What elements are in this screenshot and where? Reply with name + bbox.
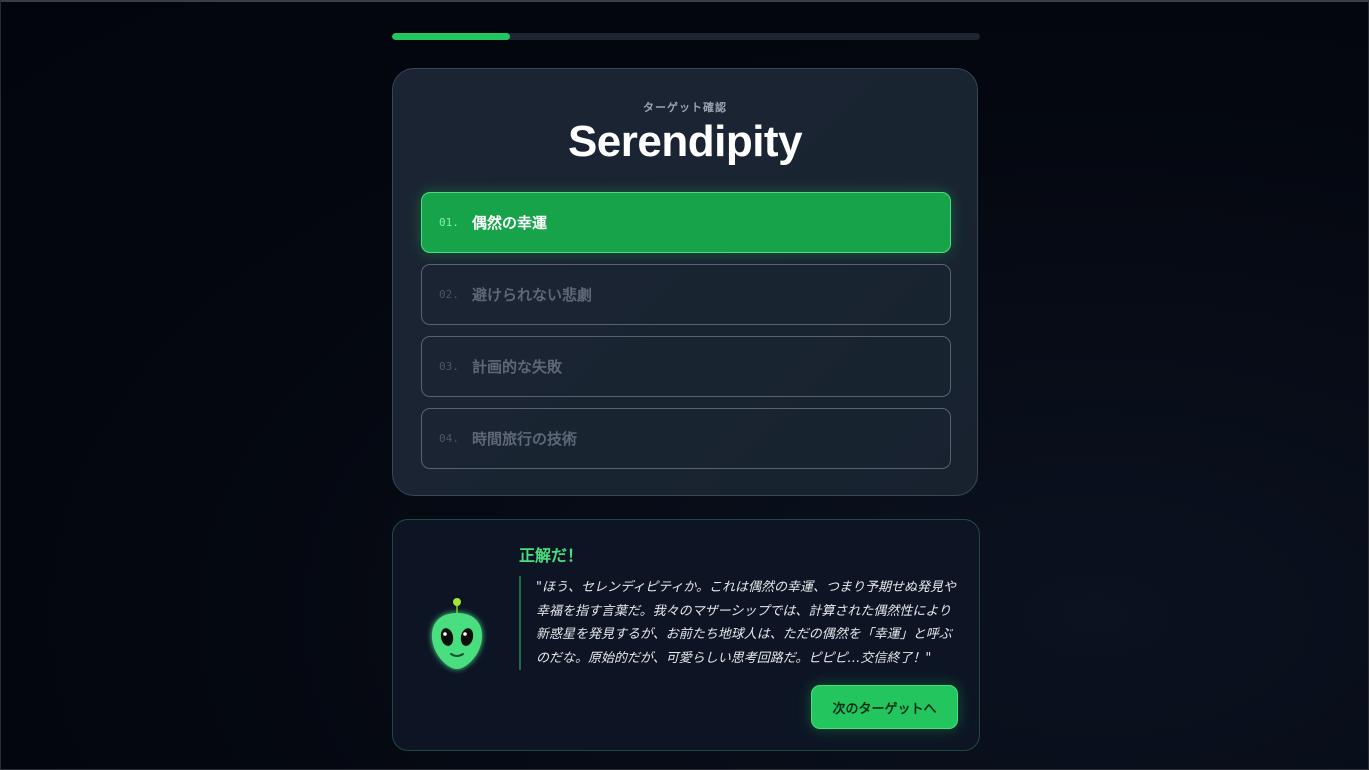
quiz-card: ターゲット確認 Serendipity 01. 偶然の幸運 02. 避けられない… [392, 68, 978, 496]
option-number: 01. [439, 216, 459, 229]
app-window: ターゲット確認 Serendipity 01. 偶然の幸運 02. 避けられない… [0, 0, 1369, 770]
option-number: 03. [439, 360, 459, 373]
option-4[interactable]: 04. 時間旅行の技術 [421, 408, 951, 469]
alien-quote: "ほう、セレンディピティか。これは偶然の幸運、つまり予期せぬ発見や幸福を指す言葉… [519, 576, 959, 670]
option-label: 時間旅行の技術 [472, 430, 578, 448]
target-word: Serendipity [567, 117, 803, 166]
option-1[interactable]: 01. 偶然の幸運 [421, 192, 951, 253]
option-2[interactable]: 02. 避けられない悲劇 [421, 264, 951, 325]
progress-bar [392, 33, 980, 40]
alien-icon [431, 598, 483, 669]
next-target-button[interactable]: 次のターゲットへ [811, 685, 958, 729]
option-label: 偶然の幸運 [472, 214, 548, 232]
option-label: 計画的な失敗 [472, 358, 563, 376]
progress-fill [392, 33, 510, 40]
target-label: ターゲット確認 [643, 101, 727, 114]
option-number: 02. [439, 288, 459, 301]
option-label: 避けられない悲劇 [472, 286, 593, 304]
option-3[interactable]: 03. 計画的な失敗 [421, 336, 951, 397]
option-number: 04. [439, 432, 459, 445]
feedback-card: 正解だ！ "ほう、セレンディピティか。これは偶然の幸運、つまり予期せぬ発見や幸福… [392, 519, 980, 751]
verdict-title: 正解だ！ [519, 546, 584, 565]
